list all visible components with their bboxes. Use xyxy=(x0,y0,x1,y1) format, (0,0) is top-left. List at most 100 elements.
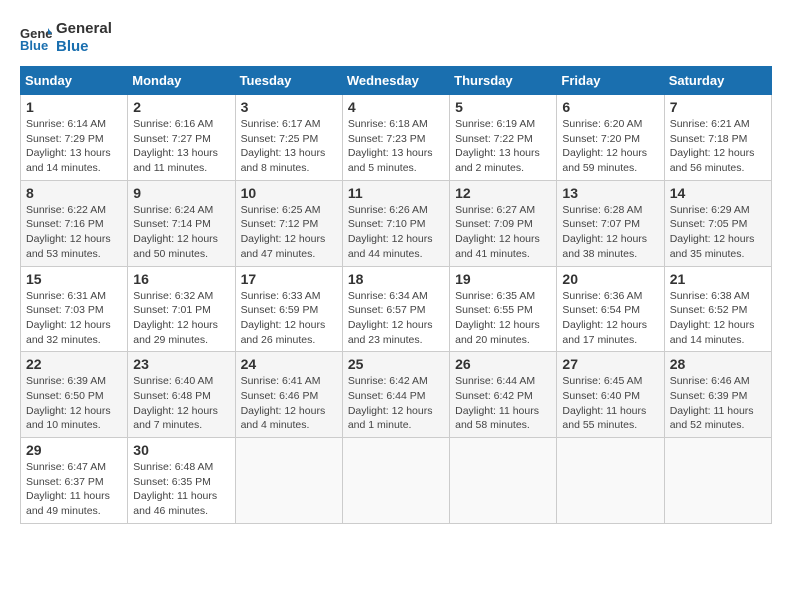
calendar-cell: 7 Sunrise: 6:21 AMSunset: 7:18 PMDaylight… xyxy=(664,95,771,181)
calendar-cell: 18 Sunrise: 6:34 AMSunset: 6:57 PMDayligh… xyxy=(342,266,449,352)
day-info: Sunrise: 6:31 AMSunset: 7:03 PMDaylight:… xyxy=(26,289,122,348)
calendar-cell: 6 Sunrise: 6:20 AMSunset: 7:20 PMDaylight… xyxy=(557,95,664,181)
day-info: Sunrise: 6:46 AMSunset: 6:39 PMDaylight:… xyxy=(670,374,766,433)
day-info: Sunrise: 6:25 AMSunset: 7:12 PMDaylight:… xyxy=(241,203,337,262)
calendar-cell: 19 Sunrise: 6:35 AMSunset: 6:55 PMDayligh… xyxy=(450,266,557,352)
day-info: Sunrise: 6:29 AMSunset: 7:05 PMDaylight:… xyxy=(670,203,766,262)
day-info: Sunrise: 6:24 AMSunset: 7:14 PMDaylight:… xyxy=(133,203,229,262)
calendar-cell: 13Sunrise: 6:28 AMSunset: 7:07 PMDayligh… xyxy=(557,180,664,266)
day-number: 8 xyxy=(26,185,122,201)
day-number: 19 xyxy=(455,271,551,287)
day-info: Sunrise: 6:18 AMSunset: 7:23 PMDaylight:… xyxy=(348,117,444,176)
day-number: 27 xyxy=(562,356,658,372)
calendar-cell: 20 Sunrise: 6:36 AMSunset: 6:54 PMDayligh… xyxy=(557,266,664,352)
calendar-cell: 25 Sunrise: 6:42 AMSunset: 6:44 PMDayligh… xyxy=(342,352,449,438)
day-info: Sunrise: 6:36 AMSunset: 6:54 PMDaylight:… xyxy=(562,289,658,348)
weekday-header-tuesday: Tuesday xyxy=(235,67,342,95)
day-number: 10 xyxy=(241,185,337,201)
calendar-cell xyxy=(235,438,342,524)
day-number: 1 xyxy=(26,99,122,115)
calendar-cell: 1Sunrise: 6:14 AMSunset: 7:29 PMDaylight… xyxy=(21,95,128,181)
calendar-week-5: 29Sunrise: 6:47 AMSunset: 6:37 PMDayligh… xyxy=(21,438,772,524)
calendar-cell: 21 Sunrise: 6:38 AMSunset: 6:52 PMDayligh… xyxy=(664,266,771,352)
calendar-cell: 24 Sunrise: 6:41 AMSunset: 6:46 PMDayligh… xyxy=(235,352,342,438)
day-number: 6 xyxy=(562,99,658,115)
calendar-cell: 12 Sunrise: 6:27 AMSunset: 7:09 PMDayligh… xyxy=(450,180,557,266)
logo: General Blue General Blue xyxy=(20,20,112,56)
day-number: 20 xyxy=(562,271,658,287)
day-number: 25 xyxy=(348,356,444,372)
day-info: Sunrise: 6:20 AMSunset: 7:20 PMDaylight:… xyxy=(562,117,658,176)
calendar-week-2: 8 Sunrise: 6:22 AMSunset: 7:16 PMDaylight… xyxy=(21,180,772,266)
day-info: Sunrise: 6:45 AMSunset: 6:40 PMDaylight:… xyxy=(562,374,658,433)
calendar-cell: 27 Sunrise: 6:45 AMSunset: 6:40 PMDayligh… xyxy=(557,352,664,438)
weekday-header-row: SundayMondayTuesdayWednesdayThursdayFrid… xyxy=(21,67,772,95)
day-info: Sunrise: 6:34 AMSunset: 6:57 PMDaylight:… xyxy=(348,289,444,348)
weekday-header-friday: Friday xyxy=(557,67,664,95)
day-number: 23 xyxy=(133,356,229,372)
day-info: Sunrise: 6:39 AMSunset: 6:50 PMDaylight:… xyxy=(26,374,122,433)
weekday-header-thursday: Thursday xyxy=(450,67,557,95)
calendar-cell: 22 Sunrise: 6:39 AMSunset: 6:50 PMDayligh… xyxy=(21,352,128,438)
calendar-cell: 2Sunrise: 6:16 AMSunset: 7:27 PMDaylight… xyxy=(128,95,235,181)
calendar-table: SundayMondayTuesdayWednesdayThursdayFrid… xyxy=(20,66,772,524)
svg-text:Blue: Blue xyxy=(20,38,48,52)
calendar-cell: 10 Sunrise: 6:25 AMSunset: 7:12 PMDayligh… xyxy=(235,180,342,266)
calendar-cell: 26 Sunrise: 6:44 AMSunset: 6:42 PMDayligh… xyxy=(450,352,557,438)
day-number: 29 xyxy=(26,442,122,458)
day-info: Sunrise: 6:21 AMSunset: 7:18 PMDaylight:… xyxy=(670,117,766,176)
day-info: Sunrise: 6:27 AMSunset: 7:09 PMDaylight:… xyxy=(455,203,551,262)
day-number: 2 xyxy=(133,99,229,115)
calendar-cell: 28 Sunrise: 6:46 AMSunset: 6:39 PMDayligh… xyxy=(664,352,771,438)
day-info: Sunrise: 6:35 AMSunset: 6:55 PMDaylight:… xyxy=(455,289,551,348)
calendar-cell: 11Sunrise: 6:26 AMSunset: 7:10 PMDayligh… xyxy=(342,180,449,266)
calendar-cell xyxy=(557,438,664,524)
calendar-week-3: 15Sunrise: 6:31 AMSunset: 7:03 PMDayligh… xyxy=(21,266,772,352)
day-info: Sunrise: 6:44 AMSunset: 6:42 PMDaylight:… xyxy=(455,374,551,433)
logo-blue: Blue xyxy=(56,38,112,56)
day-info: Sunrise: 6:32 AMSunset: 7:01 PMDaylight:… xyxy=(133,289,229,348)
calendar-cell xyxy=(664,438,771,524)
calendar-cell: 4 Sunrise: 6:18 AMSunset: 7:23 PMDaylight… xyxy=(342,95,449,181)
day-info: Sunrise: 6:42 AMSunset: 6:44 PMDaylight:… xyxy=(348,374,444,433)
calendar-cell: 9Sunrise: 6:24 AMSunset: 7:14 PMDaylight… xyxy=(128,180,235,266)
day-number: 28 xyxy=(670,356,766,372)
weekday-header-sunday: Sunday xyxy=(21,67,128,95)
day-info: Sunrise: 6:41 AMSunset: 6:46 PMDaylight:… xyxy=(241,374,337,433)
day-number: 7 xyxy=(670,99,766,115)
calendar-cell: 14Sunrise: 6:29 AMSunset: 7:05 PMDayligh… xyxy=(664,180,771,266)
calendar-cell: 23Sunrise: 6:40 AMSunset: 6:48 PMDayligh… xyxy=(128,352,235,438)
logo-general: General xyxy=(56,20,112,38)
day-info: Sunrise: 6:17 AMSunset: 7:25 PMDaylight:… xyxy=(241,117,337,176)
day-number: 26 xyxy=(455,356,551,372)
day-number: 4 xyxy=(348,99,444,115)
weekday-header-wednesday: Wednesday xyxy=(342,67,449,95)
calendar-cell: 17Sunrise: 6:33 AMSunset: 6:59 PMDayligh… xyxy=(235,266,342,352)
weekday-header-saturday: Saturday xyxy=(664,67,771,95)
calendar-body: 1Sunrise: 6:14 AMSunset: 7:29 PMDaylight… xyxy=(21,95,772,524)
day-info: Sunrise: 6:48 AMSunset: 6:35 PMDaylight:… xyxy=(133,460,229,519)
day-number: 11 xyxy=(348,185,444,201)
day-number: 18 xyxy=(348,271,444,287)
logo-icon: General Blue xyxy=(20,24,52,52)
calendar-cell: 5 Sunrise: 6:19 AMSunset: 7:22 PMDaylight… xyxy=(450,95,557,181)
day-number: 5 xyxy=(455,99,551,115)
day-number: 16 xyxy=(133,271,229,287)
day-number: 3 xyxy=(241,99,337,115)
calendar-cell: 30 Sunrise: 6:48 AMSunset: 6:35 PMDayligh… xyxy=(128,438,235,524)
calendar-cell: 29Sunrise: 6:47 AMSunset: 6:37 PMDayligh… xyxy=(21,438,128,524)
day-number: 21 xyxy=(670,271,766,287)
day-number: 30 xyxy=(133,442,229,458)
day-info: Sunrise: 6:38 AMSunset: 6:52 PMDaylight:… xyxy=(670,289,766,348)
day-number: 22 xyxy=(26,356,122,372)
calendar-cell xyxy=(450,438,557,524)
calendar-cell: 16 Sunrise: 6:32 AMSunset: 7:01 PMDayligh… xyxy=(128,266,235,352)
day-number: 12 xyxy=(455,185,551,201)
day-info: Sunrise: 6:19 AMSunset: 7:22 PMDaylight:… xyxy=(455,117,551,176)
calendar-cell xyxy=(342,438,449,524)
day-number: 24 xyxy=(241,356,337,372)
weekday-header-monday: Monday xyxy=(128,67,235,95)
calendar-cell: 3 Sunrise: 6:17 AMSunset: 7:25 PMDaylight… xyxy=(235,95,342,181)
calendar-cell: 15Sunrise: 6:31 AMSunset: 7:03 PMDayligh… xyxy=(21,266,128,352)
day-info: Sunrise: 6:22 AMSunset: 7:16 PMDaylight:… xyxy=(26,203,122,262)
